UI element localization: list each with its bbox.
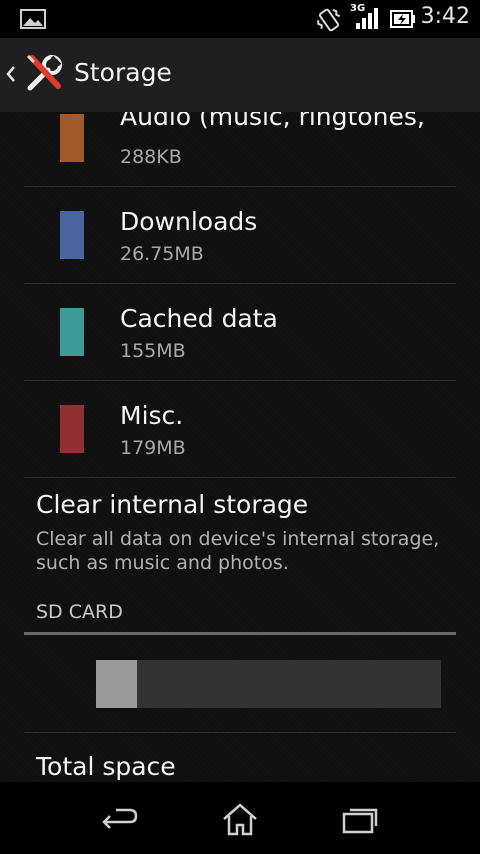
misc-color-swatch <box>60 405 84 453</box>
sd-card-usage-fill <box>96 660 138 708</box>
storage-item-downloads[interactable]: Downloads 26.75MB <box>24 187 456 284</box>
clear-internal-storage[interactable]: Clear internal storage Clear all data on… <box>0 478 480 574</box>
row-divider <box>24 732 456 733</box>
vibrate-icon <box>314 6 344 38</box>
storage-item-value: 179MB <box>120 437 186 459</box>
back-chevron-icon[interactable] <box>4 64 18 88</box>
downloads-color-swatch <box>60 211 84 259</box>
section-divider <box>24 632 456 635</box>
storage-item-value: 155MB <box>120 340 186 362</box>
sd-card-section-header: SD CARD <box>36 601 123 623</box>
clear-storage-title: Clear internal storage <box>36 490 309 519</box>
storage-item-value: 288KB <box>120 146 182 168</box>
audio-color-swatch <box>60 114 84 162</box>
storage-item-label: Audio (music, ringtones, etc.) <box>120 112 430 131</box>
clock: 3:42 <box>420 4 470 29</box>
sd-card-usage-bar <box>96 660 441 708</box>
battery-charging-icon <box>390 9 416 33</box>
action-bar: Storage <box>0 38 480 113</box>
total-space-label: Total space <box>36 752 176 781</box>
cached-data-color-swatch <box>60 308 84 356</box>
storage-item-label: Cached data <box>120 304 278 333</box>
storage-list[interactable]: Audio (music, ringtones, etc.) 288KB Dow… <box>0 112 480 782</box>
page-title: Storage <box>74 58 172 87</box>
recent-apps-icon[interactable] <box>340 802 380 838</box>
home-icon[interactable] <box>220 802 260 838</box>
storage-item-value: 26.75MB <box>120 243 204 265</box>
clear-storage-description: Clear all data on device's internal stor… <box>36 528 440 574</box>
storage-item-label: Misc. <box>120 401 184 430</box>
storage-item-cached-data[interactable]: Cached data 155MB <box>24 284 456 381</box>
network-type-label: 3G <box>350 3 366 14</box>
gallery-icon <box>20 9 46 33</box>
storage-item-misc[interactable]: Misc. 179MB <box>24 381 456 478</box>
status-bar: 3G 3:42 <box>0 0 480 38</box>
back-icon[interactable] <box>100 802 140 838</box>
storage-item-audio[interactable]: Audio (music, ringtones, etc.) 288KB <box>24 112 456 187</box>
storage-item-label: Downloads <box>120 207 258 236</box>
navigation-bar <box>0 782 480 854</box>
settings-tools-icon[interactable] <box>22 52 66 100</box>
